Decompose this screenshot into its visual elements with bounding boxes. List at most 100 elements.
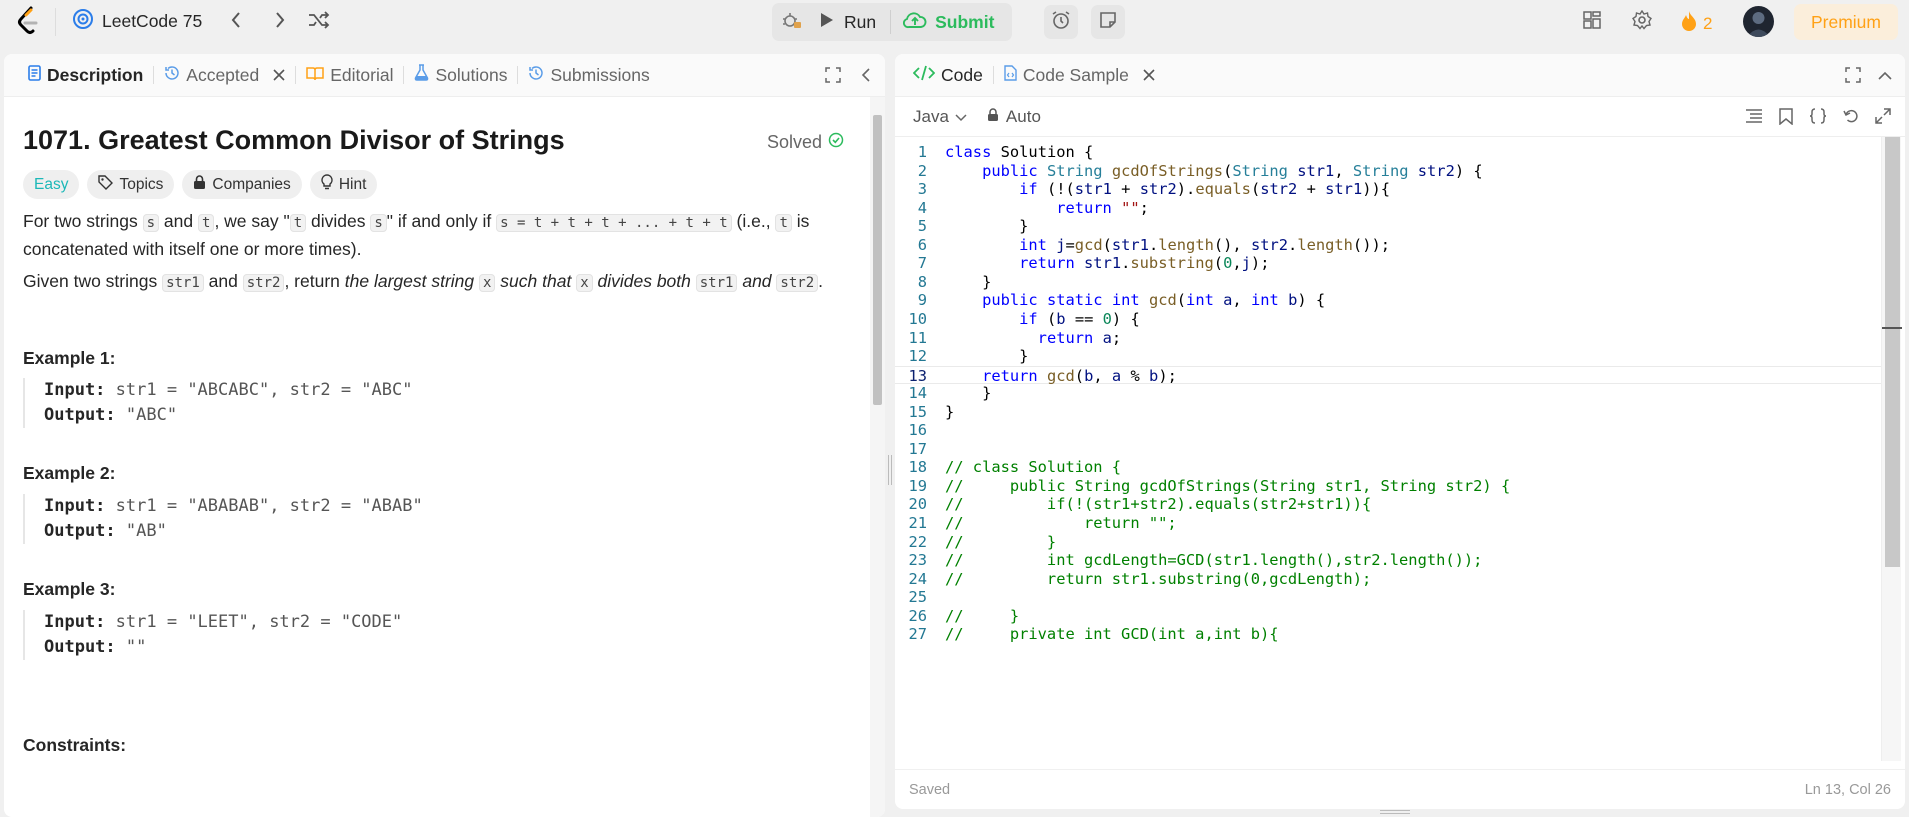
code-line[interactable]: 23 // int gcdLength=GCD(str1.length(),str… bbox=[895, 551, 1885, 570]
code-text: // int gcdLength=GCD(str1.length(),str2.… bbox=[945, 551, 1483, 570]
code-text: return str1.substring(0,j); bbox=[1019, 254, 1270, 273]
maximize-button[interactable] bbox=[825, 67, 841, 88]
code-line[interactable]: 17 bbox=[895, 440, 1885, 459]
prev-problem-button[interactable] bbox=[220, 6, 252, 38]
code-line[interactable]: 11 return a; bbox=[895, 329, 1885, 348]
braces-icon[interactable] bbox=[1809, 108, 1827, 130]
code-line[interactable]: 5 } bbox=[895, 217, 1885, 236]
companies-chip[interactable]: Companies bbox=[182, 170, 302, 199]
code-expression: s = t + t + t + ... + t + t bbox=[496, 214, 732, 232]
cursor-position: Ln 13, Col 26 bbox=[1804, 781, 1891, 798]
reset-icon[interactable] bbox=[1843, 108, 1859, 130]
collapse-panel-button[interactable] bbox=[1877, 68, 1893, 86]
settings-button[interactable] bbox=[1626, 6, 1658, 38]
output-label: Output: bbox=[44, 521, 116, 541]
code-line[interactable]: 21 // return ""; bbox=[895, 514, 1885, 533]
code-text: // return str1.substring(0,gcdLength); bbox=[945, 569, 1372, 588]
code-line[interactable]: 3 if (!(str1 + str2).equals(str2 + str1)… bbox=[895, 180, 1885, 199]
code-line[interactable]: 9 public static int gcd(int a, int b) { bbox=[895, 291, 1885, 310]
code-line[interactable]: 19 // public String gcdOfStrings(String s… bbox=[895, 477, 1885, 496]
submit-button[interactable]: Submit bbox=[891, 3, 1008, 41]
example-3-heading: Example 3: bbox=[23, 579, 116, 599]
streak-counter[interactable]: 2 bbox=[1681, 10, 1712, 37]
line-number: 6 bbox=[917, 235, 927, 254]
scrollbar-thumb[interactable] bbox=[873, 115, 882, 405]
code-line[interactable]: 25 bbox=[895, 588, 1885, 607]
panel-resize-handle[interactable] bbox=[1380, 810, 1410, 814]
code-line[interactable]: 18 // class Solution { bbox=[895, 458, 1885, 477]
p1-text-c: , we say " bbox=[214, 211, 290, 231]
example-2-heading: Example 2: bbox=[23, 463, 116, 483]
code-line[interactable]: 8 } bbox=[895, 273, 1885, 292]
expand-icon[interactable] bbox=[1875, 108, 1891, 130]
tab-solutions[interactable]: Solutions bbox=[404, 54, 517, 97]
code-line[interactable]: 14 } bbox=[895, 384, 1885, 403]
tab-submissions-label: Submissions bbox=[550, 64, 650, 85]
autocomplete-mode[interactable]: Auto bbox=[987, 107, 1041, 127]
code-line[interactable]: 26 // } bbox=[895, 607, 1885, 626]
tab-editorial[interactable]: Editorial bbox=[296, 54, 403, 97]
chevron-up-icon bbox=[1877, 68, 1893, 85]
chevron-left-icon bbox=[861, 68, 871, 87]
code-line[interactable]: 24 // return str1.substring(0,gcdLength); bbox=[895, 570, 1885, 589]
code-line[interactable]: 7 return str1.substring(0,j); bbox=[895, 254, 1885, 273]
line-number: 5 bbox=[917, 217, 927, 236]
code-line[interactable]: 10 if (b == 0) { bbox=[895, 310, 1885, 329]
debug-button[interactable] bbox=[776, 6, 808, 38]
p2-text-e: such that bbox=[495, 271, 577, 291]
code-line[interactable]: 4 return ""; bbox=[895, 199, 1885, 218]
tab-description[interactable]: Description bbox=[18, 54, 153, 97]
document-icon bbox=[28, 64, 41, 86]
code-line[interactable]: 12 } bbox=[895, 347, 1885, 366]
random-problem-button[interactable] bbox=[303, 6, 335, 38]
problem-list-link[interactable]: LeetCode 75 bbox=[72, 8, 202, 35]
history-icon bbox=[164, 65, 180, 86]
language-select[interactable]: Java bbox=[907, 107, 973, 127]
code-line[interactable]: 27 // private int GCD(int a,int b){ bbox=[895, 625, 1885, 644]
code-line[interactable]: 22 // } bbox=[895, 533, 1885, 552]
format-icon[interactable] bbox=[1745, 108, 1763, 130]
code-x: x bbox=[479, 274, 496, 292]
tab-code-sample[interactable]: Code Sample bbox=[994, 54, 1165, 97]
notes-button[interactable] bbox=[1091, 5, 1125, 39]
collapse-panel-button[interactable] bbox=[861, 67, 871, 88]
code-line[interactable]: 6 int j=gcd(str1.length(), str2.length()… bbox=[895, 236, 1885, 255]
code-text: // } bbox=[945, 532, 1057, 551]
problem-statement-1: For two strings s and t, we say " t divid… bbox=[23, 208, 853, 262]
topics-chip[interactable]: Topics bbox=[87, 170, 175, 199]
scrollbar-thumb[interactable] bbox=[1885, 137, 1900, 567]
close-icon[interactable] bbox=[1143, 65, 1155, 86]
run-button[interactable]: Run bbox=[808, 3, 890, 41]
code-line[interactable]: 13 return gcd(b, a % b); bbox=[895, 365, 1885, 385]
tab-submissions[interactable]: Submissions bbox=[518, 54, 659, 97]
description-scrollbar[interactable] bbox=[870, 97, 885, 817]
p2-text-g: and bbox=[737, 271, 777, 291]
premium-button[interactable]: Premium bbox=[1794, 4, 1898, 40]
code-line[interactable]: 15} bbox=[895, 403, 1885, 422]
code-line[interactable]: 20 // if(!(str1+str2).equals(str2+str1)){ bbox=[895, 495, 1885, 514]
code-editor[interactable]: 1 class Solution {2 public String gcdOfSt… bbox=[895, 137, 1905, 761]
close-icon[interactable] bbox=[273, 65, 285, 86]
timer-button[interactable] bbox=[1044, 5, 1078, 39]
code-t: t bbox=[289, 214, 307, 232]
panel-resize-handle[interactable] bbox=[888, 455, 892, 485]
play-icon bbox=[820, 12, 834, 33]
layout-button[interactable] bbox=[1576, 6, 1608, 38]
leetcode-logo[interactable] bbox=[16, 6, 42, 36]
avatar[interactable] bbox=[1743, 6, 1774, 37]
p1-text-e: " if and only if bbox=[386, 211, 497, 231]
line-number: 11 bbox=[908, 328, 927, 347]
tab-accepted[interactable]: Accepted bbox=[154, 54, 295, 97]
editor-scrollbar[interactable] bbox=[1881, 137, 1902, 761]
next-problem-button[interactable] bbox=[264, 6, 296, 38]
tab-code[interactable]: Code bbox=[903, 54, 993, 97]
companies-label: Companies bbox=[212, 175, 291, 193]
line-number: 2 bbox=[917, 161, 927, 180]
maximize-button[interactable] bbox=[1845, 67, 1861, 88]
bookmark-icon[interactable] bbox=[1779, 108, 1793, 130]
hint-chip[interactable]: Hint bbox=[309, 170, 378, 199]
tab-solutions-label: Solutions bbox=[435, 64, 508, 85]
code-line[interactable]: 16 bbox=[895, 421, 1885, 440]
code-line[interactable]: 1 class Solution { bbox=[895, 143, 1885, 162]
code-line[interactable]: 2 public String gcdOfStrings(String str1… bbox=[895, 162, 1885, 181]
